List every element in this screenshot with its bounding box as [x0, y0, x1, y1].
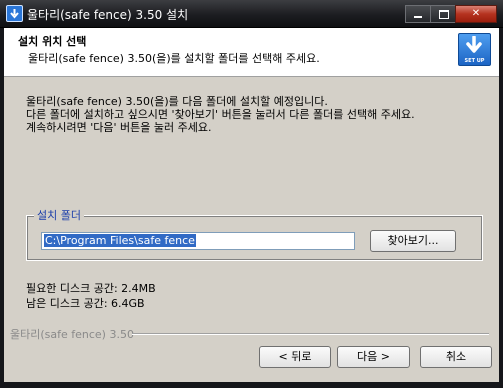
- page-subtitle: 울타리(safe fence) 3.50(을)를 설치할 폴더를 선택해 주세요…: [28, 52, 320, 65]
- description-line: 울타리(safe fence) 3.50(을)를 다음 폴더에 설치할 예정입니…: [26, 95, 328, 108]
- setup-download-icon: SET UP: [458, 33, 491, 66]
- close-button[interactable]: ✕: [455, 5, 497, 23]
- install-path-value: C:\Program Files\safe fence: [44, 234, 196, 247]
- minimize-button[interactable]: [405, 5, 431, 23]
- installer-app-icon: [6, 5, 23, 22]
- page-body: 울타리(safe fence) 3.50(을)를 다음 폴더에 설치할 예정입니…: [4, 77, 499, 382]
- window-controls: ✕: [405, 5, 497, 23]
- available-space: 남은 디스크 공간: 6.4GB: [26, 297, 145, 310]
- description-line: 계속하시려면 '다음' 버튼을 눌러 주세요.: [26, 121, 212, 134]
- minimize-icon: [414, 16, 422, 18]
- window-title: 울타리(safe fence) 3.50 설치: [27, 8, 189, 22]
- page-title: 설치 위치 선택: [18, 35, 87, 48]
- maximize-icon: [439, 10, 449, 19]
- install-folder-label: 설치 폴더: [34, 207, 84, 223]
- brand-label: 울타리(safe fence) 3.50: [10, 328, 134, 341]
- close-icon: ✕: [471, 8, 481, 19]
- brand-separator: 울타리(safe fence) 3.50: [4, 326, 499, 341]
- title-bar[interactable]: 울타리(safe fence) 3.50 설치 ✕: [0, 0, 503, 28]
- maximize-button[interactable]: [430, 5, 456, 23]
- next-button[interactable]: 다음 >: [337, 346, 410, 368]
- page-header: 설치 위치 선택 울타리(safe fence) 3.50(을)를 설치할 폴더…: [4, 28, 499, 77]
- description-line: 다른 폴더에 설치하고 싶으시면 '찾아보기' 버튼을 눌러서 다른 폴더를 선…: [26, 108, 415, 121]
- installer-window: 울타리(safe fence) 3.50 설치 ✕ 설치 위치 선택 울타리(s…: [0, 0, 503, 388]
- required-space: 필요한 디스크 공간: 2.4MB: [26, 282, 156, 295]
- back-button[interactable]: < 뒤로: [259, 346, 331, 368]
- browse-button[interactable]: 찾아보기...: [370, 230, 456, 252]
- description: 울타리(safe fence) 3.50(을)를 다음 폴더에 설치할 예정입니…: [26, 95, 415, 134]
- cancel-button[interactable]: 취소: [420, 346, 492, 368]
- install-path-input[interactable]: C:\Program Files\safe fence: [41, 232, 355, 250]
- setup-icon-label: SET UP: [464, 58, 485, 64]
- separator-line: [132, 333, 489, 335]
